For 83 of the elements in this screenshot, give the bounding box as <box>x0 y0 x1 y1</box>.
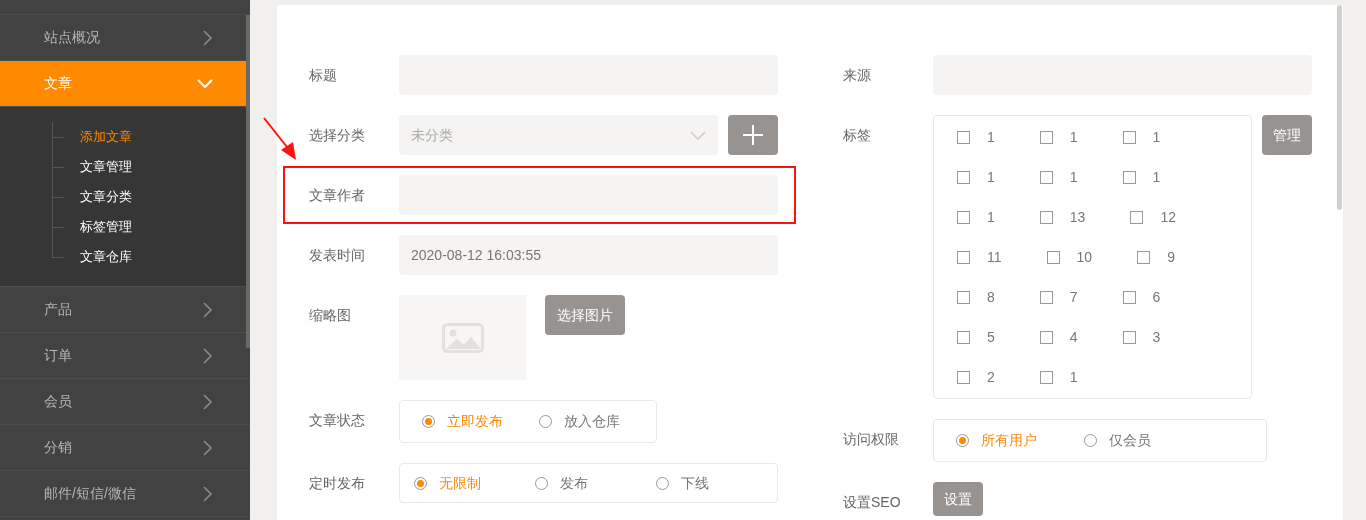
tag-label[interactable]: 1 <box>987 126 995 148</box>
field-label: 发表时间 <box>309 246 366 265</box>
submenu-item[interactable]: 文章管理 <box>80 157 132 177</box>
checkbox[interactable] <box>1039 370 1053 384</box>
tag-label[interactable]: 1 <box>1069 366 1078 388</box>
chevron-down-icon <box>197 78 213 89</box>
tag-label[interactable]: 1 <box>1152 126 1161 148</box>
checkbox[interactable] <box>1122 170 1136 184</box>
field-label: 来源 <box>843 66 872 85</box>
tag-label[interactable]: 1 <box>987 206 995 228</box>
tag-label[interactable]: 2 <box>987 366 995 388</box>
radio-label[interactable]: 所有用户 <box>981 430 1037 451</box>
tag-label[interactable]: 1 <box>1069 166 1078 188</box>
add-button[interactable] <box>728 115 778 155</box>
checkbox[interactable] <box>1130 210 1144 224</box>
chevron-right-icon <box>203 29 213 46</box>
radio-label[interactable]: 无限制 <box>439 472 481 494</box>
input-field[interactable]: 2020-08-12 16:03:55 <box>399 235 778 275</box>
checkbox[interactable] <box>957 330 970 344</box>
checkbox[interactable] <box>957 370 970 384</box>
radio-label[interactable]: 立即发布 <box>447 411 503 432</box>
submenu-item[interactable]: 添加文章 <box>80 127 132 147</box>
tag-label[interactable]: 1 <box>1069 126 1078 148</box>
checkbox[interactable] <box>1039 170 1053 184</box>
field-label: 标签 <box>843 126 872 145</box>
scrollbar[interactable] <box>1337 5 1342 210</box>
tag-label[interactable]: 1 <box>1152 166 1161 188</box>
tag-label[interactable]: 11 <box>987 246 1002 268</box>
field-label: 缩略图 <box>309 306 352 325</box>
checkbox[interactable] <box>957 130 970 144</box>
tag-label[interactable]: 12 <box>1160 206 1176 228</box>
checkbox[interactable] <box>1039 290 1053 304</box>
sidebar-item[interactable]: 邮件/短信/微信 <box>0 471 250 517</box>
submenu-item[interactable]: 标签管理 <box>80 217 132 237</box>
tag-label[interactable]: 9 <box>1167 246 1175 268</box>
checkbox[interactable] <box>1039 330 1053 344</box>
checkbox[interactable] <box>957 210 970 224</box>
scrollbar[interactable] <box>246 15 250 348</box>
field-label: 标题 <box>309 66 338 85</box>
tag-label[interactable]: 3 <box>1152 326 1161 348</box>
chevron-down-icon <box>690 130 706 140</box>
field-label: 文章状态 <box>309 411 366 430</box>
checkbox[interactable] <box>1122 330 1136 344</box>
radio-label[interactable]: 仅会员 <box>1109 430 1151 451</box>
checkbox[interactable] <box>1122 130 1136 144</box>
tag-label[interactable]: 8 <box>987 286 995 308</box>
chevron-right-icon <box>203 439 213 456</box>
checkbox[interactable] <box>957 250 970 264</box>
checkbox[interactable] <box>1122 290 1136 304</box>
checkbox[interactable] <box>1039 210 1053 224</box>
checkbox[interactable] <box>1046 250 1060 264</box>
sidebar-item[interactable]: 会员 <box>0 379 250 425</box>
tag-label[interactable]: 13 <box>1069 206 1086 228</box>
chevron-right-icon <box>203 347 213 364</box>
field-label: 定时发布 <box>309 474 366 493</box>
tag-label[interactable]: 5 <box>987 326 995 348</box>
plus-icon <box>743 125 763 145</box>
radio-label[interactable]: 下线 <box>681 472 709 494</box>
tag-label[interactable]: 1 <box>987 166 995 188</box>
tag-label[interactable]: 7 <box>1069 286 1078 308</box>
tag-label[interactable]: 6 <box>1152 286 1161 308</box>
field-label: 文章作者 <box>309 186 366 205</box>
checkbox[interactable] <box>1039 130 1053 144</box>
arrow-icon <box>263 117 297 161</box>
radio-label[interactable]: 发布 <box>560 472 588 494</box>
field-label: 访问权限 <box>843 430 900 449</box>
select-image-button[interactable]: 选择图片 <box>545 295 625 335</box>
field-label: 选择分类 <box>309 126 366 145</box>
chevron-right-icon <box>203 393 213 410</box>
tag-label[interactable]: 4 <box>1069 326 1078 348</box>
settings-button[interactable]: 设置 <box>933 482 983 516</box>
submenu-item[interactable]: 文章分类 <box>80 187 132 207</box>
sidebar-item[interactable]: 分销 <box>0 425 250 471</box>
tag-label[interactable]: 10 <box>1076 246 1093 268</box>
checkbox[interactable] <box>1137 250 1151 264</box>
chevron-right-icon <box>203 301 213 318</box>
chevron-right-icon <box>203 485 213 502</box>
radio-label[interactable]: 放入仓库 <box>564 411 620 432</box>
submenu-item[interactable]: 文章仓库 <box>80 247 132 267</box>
checkbox[interactable] <box>957 290 970 304</box>
checkbox[interactable] <box>957 170 970 184</box>
field-label: 设置SEO <box>843 493 902 512</box>
manage-button[interactable]: 管理 <box>1262 115 1312 155</box>
